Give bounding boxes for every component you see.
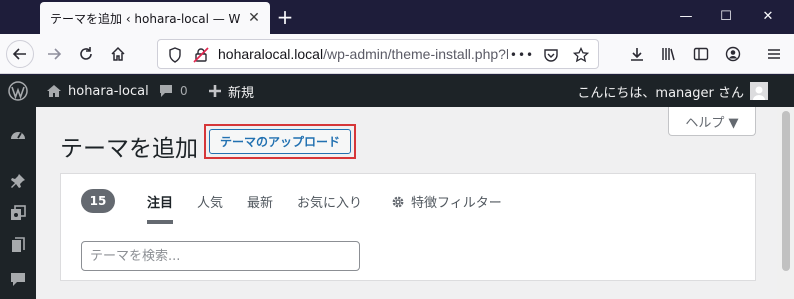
tab-featured[interactable]: 注目 [147, 192, 173, 211]
theme-count-badge: 15 [81, 189, 115, 213]
download-icon[interactable] [623, 40, 651, 68]
home-icon [46, 83, 62, 99]
active-tab-indicator [147, 220, 173, 224]
site-name-link[interactable]: hohara-local [46, 75, 149, 107]
tab-title: テーマを追加 ‹ hohara-local — WordPress [50, 11, 240, 26]
comments-link[interactable]: 0 [158, 75, 188, 107]
pin-icon[interactable] [8, 171, 28, 191]
sidebar-icon[interactable] [687, 40, 715, 68]
plus-icon [208, 84, 222, 98]
comments-icon[interactable] [8, 269, 28, 289]
new-tab-button[interactable]: + [274, 6, 296, 28]
tab-popular[interactable]: 人気 [197, 192, 223, 211]
main-content: ヘルプ ▼ テーマを追加 テーマのアップロード 15 注目 人気 最新 お気に入… [36, 107, 777, 299]
account-icon[interactable] [719, 40, 747, 68]
star-icon[interactable] [572, 46, 590, 64]
menu-icon[interactable] [760, 40, 788, 68]
home-icon[interactable] [104, 40, 132, 68]
site-name: hohara-local [68, 83, 149, 99]
pages-icon[interactable] [8, 235, 28, 255]
tab-close-icon[interactable]: ✕ [246, 10, 262, 26]
url-text: hoharalocal.local/wp-admin/theme-install… [218, 46, 508, 62]
new-content-link[interactable]: 新規 [208, 75, 254, 107]
library-icon[interactable] [655, 40, 683, 68]
wordpress-logo-icon[interactable] [8, 75, 28, 107]
minimize-icon[interactable]: — [676, 8, 696, 26]
tab-favorites[interactable]: お気に入り [297, 192, 362, 211]
upload-button-highlight: テーマのアップロード [204, 124, 356, 159]
avatar [750, 82, 768, 100]
scrollbar-thumb[interactable] [782, 111, 790, 271]
dashboard-icon[interactable] [8, 125, 28, 145]
page-title: テーマを追加 [60, 136, 198, 162]
url-domain: hoharalocal.local [218, 46, 324, 62]
theme-search-input[interactable] [81, 241, 360, 271]
help-tab-button[interactable]: ヘルプ ▼ [668, 107, 756, 136]
url-bar[interactable]: hoharalocal.local/wp-admin/theme-install… [157, 39, 599, 69]
tab-latest[interactable]: 最新 [247, 192, 273, 211]
upload-theme-button[interactable]: テーマのアップロード [209, 129, 351, 154]
new-label: 新規 [228, 85, 255, 101]
feature-filter-label: 特徴フィルター [411, 196, 502, 211]
window-close-icon[interactable]: ✕ [758, 8, 778, 26]
forward-icon[interactable] [40, 40, 68, 68]
comments-count: 0 [180, 84, 188, 98]
url-path: /wp-admin/theme-install.php?b [323, 46, 508, 62]
shield-icon[interactable] [166, 46, 184, 64]
feature-filter-button[interactable]: 特徴フィルター [391, 192, 502, 211]
pocket-icon[interactable] [542, 46, 560, 64]
lock-icon[interactable] [192, 46, 210, 64]
back-icon[interactable] [6, 40, 34, 68]
more-actions-icon[interactable]: ••• [510, 46, 533, 64]
media-icon[interactable] [8, 203, 28, 223]
admin-side-menu [0, 107, 36, 299]
comment-icon [158, 83, 174, 99]
page-scrollbar[interactable] [777, 107, 794, 299]
theme-filter-bar: 15 注目 人気 最新 お気に入り 特徴フィルター [60, 173, 756, 281]
wp-admin-bar: hohara-local 0 新規 こんにちは、manager さん [0, 75, 794, 107]
maximize-icon[interactable]: ☐ [716, 8, 736, 26]
gear-icon [391, 195, 405, 209]
browser-navbar: hoharalocal.local/wp-admin/theme-install… [0, 34, 794, 74]
greeting-text: こんにちは、manager さん [577, 85, 744, 101]
browser-tab-active[interactable]: テーマを追加 ‹ hohara-local — WordPress ✕ [40, 2, 270, 34]
reload-icon[interactable] [72, 40, 100, 68]
my-account-link[interactable]: こんにちは、manager さん [577, 75, 768, 107]
browser-tab-strip: テーマを追加 ‹ hohara-local — WordPress ✕ + — … [0, 0, 794, 34]
